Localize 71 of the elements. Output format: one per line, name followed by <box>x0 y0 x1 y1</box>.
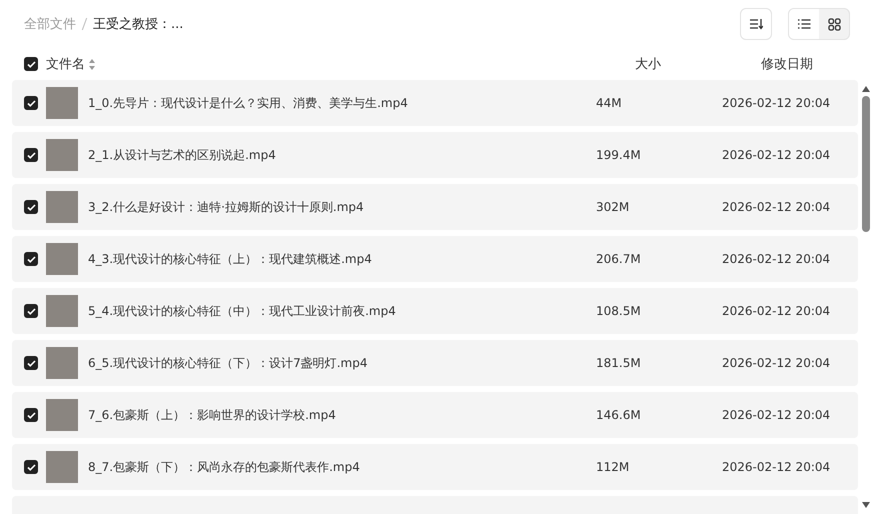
sort-icon <box>749 18 763 30</box>
file-checkbox[interactable] <box>24 200 38 214</box>
file-date: 2026-02-12 20:04 <box>722 460 830 474</box>
file-size: 146.6M <box>596 408 642 422</box>
file-name: 2_1.从设计与艺术的区别说起.mp4 <box>88 146 277 164</box>
file-name: 5_4.现代设计的核心特征（中）：现代工业设计前夜.mp4 <box>88 302 397 320</box>
list-icon <box>797 18 811 30</box>
checkmark-icon <box>26 360 36 366</box>
file-row[interactable]: 8_7.包豪斯（下）：风尚永存的包豪斯代表作.mp4 112M 2026-02-12 20:04 <box>12 444 858 490</box>
file-date: 2026-02-12 20:04 <box>722 96 830 110</box>
photo-placeholder <box>46 399 78 431</box>
file-size: 44M <box>596 96 623 110</box>
file-size: 181.5M <box>596 356 642 370</box>
photo-placeholder <box>46 451 78 483</box>
photo-placeholder <box>46 243 78 275</box>
file-row[interactable]: 7_6.包豪斯（上）：影响世界的设计学校.mp4 146.6M 2026-02-12 20:04 <box>12 392 858 438</box>
checkmark-icon <box>26 256 36 262</box>
checkmark-icon <box>26 464 36 470</box>
file-row[interactable]: 2_1.从设计与艺术的区别说起.mp4 199.4M 2026-02-12 20:04 <box>12 132 858 178</box>
file-name: 7_6.包豪斯（上）：影响世界的设计学校.mp4 <box>88 406 337 424</box>
file-size: 206.7M <box>596 252 642 266</box>
file-date: 2026-02-12 20:04 <box>722 304 830 318</box>
photo-placeholder <box>46 139 78 171</box>
modified-column-header: 修改日期 <box>761 56 813 73</box>
list-view-button[interactable] <box>789 9 819 39</box>
file-date: 2026-02-12 20:04 <box>722 200 830 214</box>
file-date: 2026-02-12 20:04 <box>722 252 830 266</box>
grid-icon <box>828 18 840 30</box>
file-size: 199.4M <box>596 148 642 162</box>
checkmark-icon <box>26 100 36 106</box>
photo-placeholder <box>46 295 78 327</box>
file-checkbox[interactable] <box>24 460 38 474</box>
checkmark-icon <box>26 204 36 210</box>
sort-icon[interactable] <box>89 58 95 70</box>
file-checkbox[interactable] <box>24 96 38 110</box>
scroll-up-icon[interactable] <box>862 86 870 92</box>
checkmark-icon <box>26 412 36 418</box>
file-row[interactable]: 5_4.现代设计的核心特征（中）：现代工业设计前夜.mp4 108.5M 2026-02-12 20:04 <box>12 288 858 334</box>
file-name: 1_0.先导片：现代设计是什么？实用、消费、美学与生.mp4 <box>88 94 409 112</box>
file-date: 2026-02-12 20:04 <box>722 148 830 162</box>
photo-placeholder <box>46 191 78 223</box>
file-row[interactable]: 3_2.什么是好设计：迪特·拉姆斯的设计十原则.mp4 302M 2026-02-12 20:04 <box>12 184 858 230</box>
file-name: 6_5.现代设计的核心特征（下）：设计7盏明灯.mp4 <box>88 354 368 372</box>
file-checkbox[interactable] <box>24 252 38 266</box>
file-name: 3_2.什么是好设计：迪特·拉姆斯的设计十原则.mp4 <box>88 198 365 216</box>
checkmark-icon <box>26 152 36 158</box>
photo-placeholder <box>46 347 78 379</box>
file-checkbox[interactable] <box>24 148 38 162</box>
scrollbar-thumb[interactable] <box>862 96 870 232</box>
file-row[interactable]: 1_0.先导片：现代设计是什么？实用、消费、美学与生.mp4 44M 2026-02-12 20:04 <box>12 80 858 126</box>
file-name: 8_7.包豪斯（下）：风尚永存的包豪斯代表作.mp4 <box>88 458 361 476</box>
file-checkbox[interactable] <box>24 304 38 318</box>
file-row[interactable]: 6_5.现代设计的核心特征（下）：设计7盏明灯.mp4 181.5M 2026-02-12 20:04 <box>12 340 858 386</box>
size-column-header: 大小 <box>635 56 662 73</box>
scroll-down-icon[interactable] <box>862 502 870 508</box>
file-size: 108.5M <box>596 304 642 318</box>
file-date: 2026-02-12 20:04 <box>722 356 830 370</box>
file-date: 2026-02-12 20:04 <box>722 408 830 422</box>
name-column-header[interactable]: 文件名 <box>46 55 85 73</box>
sort-button[interactable] <box>740 8 772 40</box>
file-checkbox[interactable] <box>24 356 38 370</box>
file-size: 302M <box>596 200 630 214</box>
photo-placeholder <box>46 87 78 119</box>
select-all-checkbox[interactable] <box>24 57 38 71</box>
file-name: 4_3.现代设计的核心特征（上）：现代建筑概述.mp4 <box>88 250 373 268</box>
checkmark-icon <box>26 60 36 68</box>
file-size: 112M <box>596 460 630 474</box>
file-checkbox[interactable] <box>24 408 38 422</box>
file-row[interactable]: 4_3.现代设计的核心特征（上）：现代建筑概述.mp4 206.7M 2026-02-12 20:04 <box>12 236 858 282</box>
checkmark-icon <box>26 308 36 314</box>
breadcrumb-link[interactable]: 王受之教授：... <box>93 15 184 33</box>
